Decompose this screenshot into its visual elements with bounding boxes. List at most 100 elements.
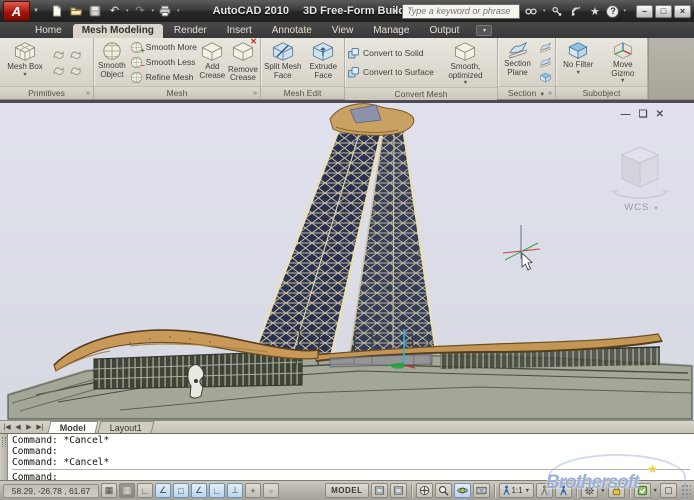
close-button[interactable]: × [674, 5, 691, 18]
viewcube-wcs-menu[interactable]: WCS ▼ [624, 202, 660, 213]
workspace-switching-icon[interactable] [581, 483, 598, 498]
panel-label-mesh-edit[interactable]: Mesh Edit [261, 86, 344, 99]
tab-mesh-modeling[interactable]: Mesh Modeling [73, 24, 163, 38]
drawing-viewport[interactable]: — ❑ ✕ WCS ▼ [0, 103, 694, 420]
mesh-pyramid-icon[interactable] [50, 63, 66, 78]
smooth-optimized-button[interactable]: Smooth, optimized ▼ [436, 39, 495, 86]
first-tab-icon[interactable]: |◀ [2, 422, 12, 433]
drawing-close-icon[interactable]: ✕ [656, 109, 664, 120]
undo-caret-icon[interactable]: ▾ [126, 8, 129, 14]
search-options-caret-icon[interactable]: ▾ [543, 8, 546, 14]
tab-annotate[interactable]: Annotate [263, 24, 321, 38]
panel-label-subobject[interactable]: Subobject [556, 86, 647, 99]
plot-button[interactable] [158, 4, 173, 18]
search-icon[interactable] [524, 4, 539, 18]
grid-toggle[interactable]: ▦ [119, 483, 135, 498]
application-menu-button[interactable]: A [3, 1, 30, 21]
status-menu-caret-icon[interactable]: ▼ [653, 488, 658, 494]
tab-manage[interactable]: Manage [364, 24, 418, 38]
smooth-less-button[interactable]: − Smooth Less [130, 55, 197, 70]
object-snap-tracking-toggle[interactable]: ∟ [209, 483, 225, 498]
tab-home[interactable]: Home [26, 24, 71, 38]
mesh-cylinder-icon[interactable] [67, 47, 83, 62]
remove-crease-button[interactable]: ✕ Remove Crease [228, 39, 258, 85]
extrude-face-button[interactable]: Extrude Face [304, 39, 342, 85]
new-file-button[interactable] [50, 4, 65, 18]
application-menu-caret-icon[interactable]: ▼ [33, 8, 39, 14]
refine-mesh-button[interactable]: Refine Mesh [130, 70, 197, 85]
mesh-box-button[interactable]: Mesh Box ▼ [2, 39, 48, 85]
no-filter-button[interactable]: No Filter ▼ [558, 39, 599, 85]
quick-properties-toggle[interactable]: ▫ [263, 483, 279, 498]
tab-view[interactable]: View [323, 24, 363, 38]
convert-to-surface-button[interactable]: Convert to Surface [347, 65, 434, 80]
annotation-visibility-icon[interactable] [536, 483, 553, 498]
annotation-autoscale-icon[interactable] [555, 483, 572, 498]
maximize-button[interactable]: □ [655, 5, 672, 18]
coordinates-display[interactable]: 58.29, -26.78 , 61.67 [3, 484, 99, 498]
object-snap-toggle[interactable]: □ [173, 483, 189, 498]
help-icon[interactable]: ? [606, 5, 619, 18]
tab-output[interactable]: Output [420, 24, 468, 38]
annotation-scale-button[interactable]: 1:1 ▼ [499, 483, 535, 498]
3d-object-snap-toggle[interactable]: ∠ [191, 483, 207, 498]
resize-grip[interactable] [681, 484, 691, 498]
smooth-object-button[interactable]: Smooth Object [96, 39, 128, 85]
performance-tuner-icon[interactable] [634, 483, 651, 498]
quick-view-layouts-icon[interactable] [371, 483, 388, 498]
quick-view-drawings-icon[interactable] [390, 483, 407, 498]
section-plane-button[interactable]: Section Plane [500, 39, 535, 85]
steering-wheel-icon[interactable] [416, 483, 433, 498]
help-caret-icon[interactable]: ▾ [623, 8, 626, 14]
split-mesh-face-button[interactable]: Split Mesh Face [263, 39, 302, 85]
snap-toggle[interactable]: ▦ [101, 483, 117, 498]
tab-insert[interactable]: Insert [218, 24, 261, 38]
tab-model[interactable]: Model [48, 421, 99, 433]
smooth-more-button[interactable]: + Smooth More [130, 40, 197, 55]
panel-label-section[interactable]: Section▼» [498, 86, 555, 99]
zoom-icon[interactable] [435, 483, 452, 498]
search-expand-icon[interactable]: ▶ [393, 7, 398, 15]
dynamic-input-toggle[interactable]: + [245, 483, 261, 498]
redo-button[interactable]: ↷ [132, 4, 147, 18]
undo-button[interactable]: ↶ [107, 4, 122, 18]
convert-to-solid-button[interactable]: Convert to Solid [347, 46, 434, 61]
mesh-wedge-icon[interactable] [67, 63, 83, 78]
add-jog-icon[interactable] [537, 55, 553, 69]
redo-caret-icon[interactable]: ▾ [151, 8, 154, 14]
live-section-icon[interactable] [537, 40, 553, 54]
toolbar-lock-icon[interactable] [608, 483, 625, 498]
qat-customize-caret-icon[interactable]: ▾ [177, 8, 180, 14]
mesh-cone-icon[interactable] [50, 47, 66, 62]
subscription-center-icon[interactable] [549, 4, 564, 18]
tab-layout1[interactable]: Layout1 [98, 421, 155, 433]
next-tab-icon[interactable]: ▶ [24, 422, 34, 433]
dynamic-ucs-toggle[interactable]: ⊥ [227, 483, 243, 498]
workspace-caret-icon[interactable]: ▼ [600, 488, 605, 494]
polar-tracking-toggle[interactable]: ∠ [155, 483, 171, 498]
3d-model-scene[interactable] [0, 103, 694, 420]
ortho-toggle[interactable]: ∟ [137, 483, 153, 498]
last-tab-icon[interactable]: ▶| [35, 422, 45, 433]
drawing-restore-icon[interactable]: ❑ [639, 109, 648, 120]
clean-screen-icon[interactable]: ▢ [660, 483, 677, 498]
model-space-button[interactable]: MODEL [325, 483, 368, 498]
open-file-button[interactable] [69, 4, 84, 18]
panel-label-mesh[interactable]: Mesh» [94, 86, 260, 99]
orbit-icon[interactable] [454, 483, 471, 498]
minimize-button[interactable]: – [636, 5, 653, 18]
showmotion-icon[interactable] [473, 483, 490, 498]
command-line-window[interactable]: Command: *Cancel* Command: Command: *Can… [0, 433, 694, 480]
prev-tab-icon[interactable]: ◀ [13, 422, 23, 433]
favorites-star-icon[interactable]: ★ [587, 4, 602, 18]
drawing-minimize-icon[interactable]: — [621, 109, 631, 120]
generate-section-icon[interactable] [537, 70, 553, 84]
save-button[interactable] [88, 4, 103, 18]
command-prompt[interactable]: Command: [12, 469, 690, 483]
ribbon-minimize-button[interactable]: ▾ [476, 25, 492, 36]
search-input[interactable] [402, 4, 520, 19]
panel-label-convert-mesh[interactable]: Convert Mesh [345, 87, 497, 100]
add-crease-button[interactable]: Add Crease [199, 39, 226, 85]
tab-render[interactable]: Render [165, 24, 216, 38]
panel-label-primitives[interactable]: Primitives» [0, 86, 93, 99]
